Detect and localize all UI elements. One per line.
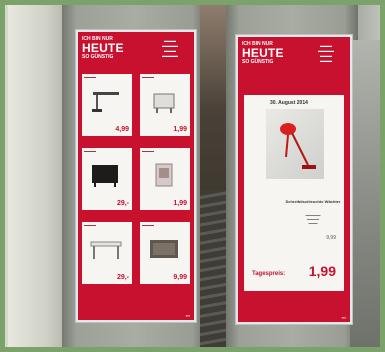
- poster-footer: ▪▪▪: [185, 313, 190, 318]
- product-price: 9,99: [173, 274, 187, 281]
- featured-product: 30. August 2014 Schreibtischleuchte Wäch…: [244, 95, 344, 291]
- product-price: 1,99: [173, 126, 187, 133]
- product-details: ▬▬▬▬▬ ▬▬▬▬ ▬▬▬: [305, 213, 321, 225]
- chair-icon: [153, 93, 175, 113]
- piano-icon: [92, 165, 118, 187]
- product-photo: [266, 109, 324, 179]
- product-tile: ▬▬▬▬ 1,99: [140, 148, 190, 210]
- product-tile: ▬▬▬▬ 29,-: [82, 222, 132, 284]
- poster-right: ICH BIN NUR HEUTE SO GÜNSTIG ▬▬▬ ▬▬▬▬ ▬▬▬ ▬…: [236, 35, 352, 324]
- product-price: 29,-: [116, 200, 129, 207]
- old-price: 9,99: [326, 235, 336, 241]
- price-label: Tagespreis:: [252, 271, 286, 277]
- header-big: HEUTE: [82, 41, 124, 55]
- photo-scene: ICH BIN NUR HEUTE SO GÜNSTIG ▬▬▬ ▬▬▬▬ ▬▬▬ ▬…: [0, 0, 385, 352]
- frame-icon: [155, 163, 173, 187]
- poster-header: ICH BIN NUR HEUTE SO GÜNSTIG: [242, 41, 312, 65]
- product-tile: ▬▬▬▬ 29,-: [82, 148, 132, 210]
- desk-lamp-icon: [280, 123, 316, 169]
- table-icon: [90, 241, 122, 259]
- poster-footer: ▪▪▪: [341, 315, 346, 320]
- day-price: 1,99: [308, 263, 336, 279]
- poster-left: ICH BIN NUR HEUTE SO GÜNSTIG ▬▬▬ ▬▬▬▬ ▬▬▬ ▬…: [76, 30, 196, 322]
- product-tile: ▬▬▬▬ 4,99: [82, 74, 132, 136]
- product-price: 1,99: [173, 200, 187, 207]
- product-tile: ▬▬▬▬ 9,99: [140, 222, 190, 284]
- poster-header: ICH BIN NUR HEUTE SO GÜNSTIG: [82, 36, 152, 60]
- rug-icon: [150, 240, 178, 258]
- product-price: 29,-: [116, 274, 129, 281]
- wall-column: [8, 5, 63, 352]
- escalator-rail: [350, 40, 380, 352]
- product-price: 4,99: [115, 126, 129, 133]
- product-tile: ▬▬▬▬ 1,99: [140, 74, 190, 136]
- lamp-icon: [92, 92, 119, 112]
- header-big: HEUTE: [242, 46, 284, 60]
- side-text: ▬▬▬ ▬▬▬▬ ▬▬▬ ▬▬▬▬: [162, 38, 178, 58]
- side-text: ▬▬▬ ▬▬▬▬ ▬▬▬ ▬▬▬: [318, 43, 334, 63]
- offer-date: 30. August 2014: [270, 100, 308, 106]
- product-name: Schreibtischleuchte Wächter: [285, 199, 341, 204]
